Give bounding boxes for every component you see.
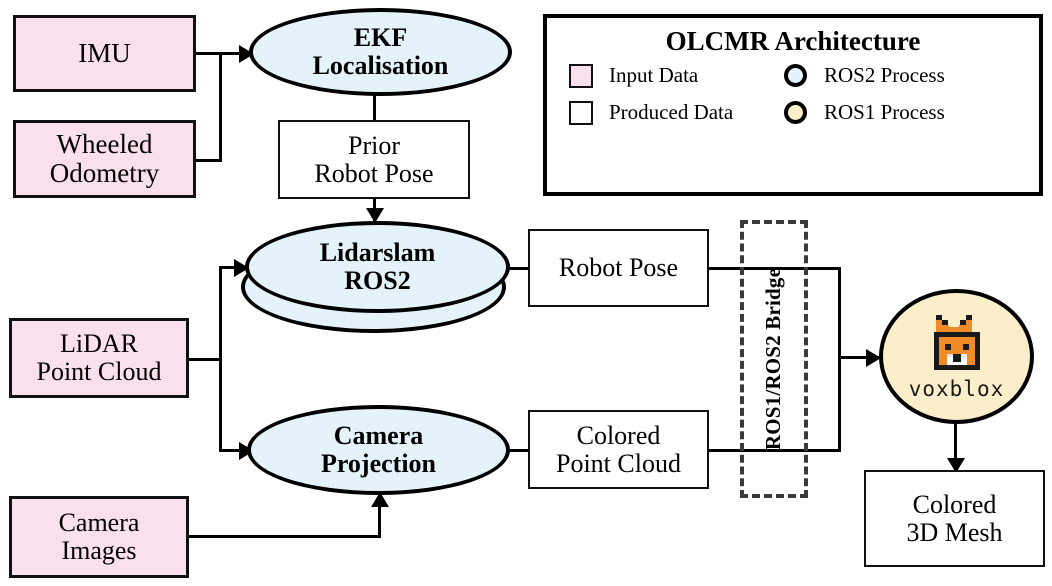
node-ros-bridge-label: ROS1/ROS2 Bridge — [761, 267, 786, 451]
node-colored-point-cloud[interactable]: Colored Point Cloud — [528, 410, 709, 489]
node-lidarslam-ros2-label: Lidarslam ROS2 — [319, 237, 436, 295]
legend-label-ros2-process: ROS2 Process — [824, 63, 945, 87]
edge-odom-out — [194, 159, 222, 162]
edge-lidar-split — [219, 266, 222, 452]
edge-lidar-out — [188, 358, 222, 361]
edge-merge-inputs-ekf — [219, 52, 222, 162]
edge-camimg-out — [188, 535, 381, 538]
legend-grid: Input Data ROS2 Process Produced Data RO… — [547, 61, 1039, 125]
node-camera-images-label: Camera Images — [58, 508, 140, 565]
legend-label-produced-data: Produced Data — [609, 100, 734, 124]
legend-swatch-input-data — [569, 63, 609, 88]
node-lidar-point-cloud[interactable]: LiDAR Point Cloud — [9, 318, 189, 398]
edge-ekf-to-prior — [373, 92, 376, 122]
node-camera-projection-label: Camera Projection — [320, 421, 437, 478]
node-robot-pose[interactable]: Robot Pose — [528, 229, 709, 307]
node-prior-robot-pose[interactable]: Prior Robot Pose — [278, 120, 470, 199]
node-ros-bridge[interactable]: ROS1/ROS2 Bridge — [740, 220, 808, 498]
legend-swatch-ros1-process — [784, 101, 824, 124]
edge-bridge-rail — [838, 267, 841, 452]
node-prior-robot-pose-label: Prior Robot Pose — [314, 130, 434, 188]
node-colored-point-cloud-label: Colored Point Cloud — [556, 420, 681, 478]
node-voxblox-label: voxblox — [908, 376, 1005, 401]
node-wheeled-odometry[interactable]: Wheeled Odometry — [13, 120, 196, 198]
legend-panel: OLCMR Architecture Input Data ROS2 Proce… — [543, 14, 1043, 196]
architecture-diagram: IMU Wheeled Odometry EKF Localisation Pr… — [0, 0, 1052, 586]
voxblox-fox-icon — [926, 313, 988, 375]
node-voxblox[interactable]: voxblox — [879, 289, 1034, 424]
node-camera-images[interactable]: Camera Images — [9, 496, 189, 578]
legend-swatch-produced-data — [569, 100, 609, 125]
legend-title: OLCMR Architecture — [665, 26, 921, 56]
legend-swatch-ros2-process — [784, 64, 824, 87]
node-ekf-localisation-label: EKF Localisation — [312, 23, 449, 80]
legend-label-ros1-process: ROS1 Process — [824, 100, 945, 124]
node-lidar-point-cloud-label: LiDAR Point Cloud — [36, 329, 162, 386]
legend-label-input-data: Input Data — [609, 63, 699, 87]
node-imu-label: IMU — [78, 38, 131, 69]
edge-camimg-up — [378, 506, 381, 538]
node-colored-3d-mesh[interactable]: Colored 3D Mesh — [864, 470, 1045, 567]
node-colored-3d-mesh-label: Colored 3D Mesh — [906, 489, 1003, 547]
node-robot-pose-label: Robot Pose — [558, 253, 679, 283]
node-lidarslam-ros2[interactable]: Lidarslam ROS2 — [241, 221, 514, 335]
node-wheeled-odometry-label: Wheeled Odometry — [49, 129, 160, 188]
node-imu[interactable]: IMU — [13, 15, 196, 92]
lidarslam-stack-front: Lidarslam ROS2 — [245, 221, 510, 313]
edge-imu-out — [194, 52, 222, 55]
node-camera-projection[interactable]: Camera Projection — [247, 405, 510, 495]
node-ekf-localisation[interactable]: EKF Localisation — [249, 8, 512, 96]
